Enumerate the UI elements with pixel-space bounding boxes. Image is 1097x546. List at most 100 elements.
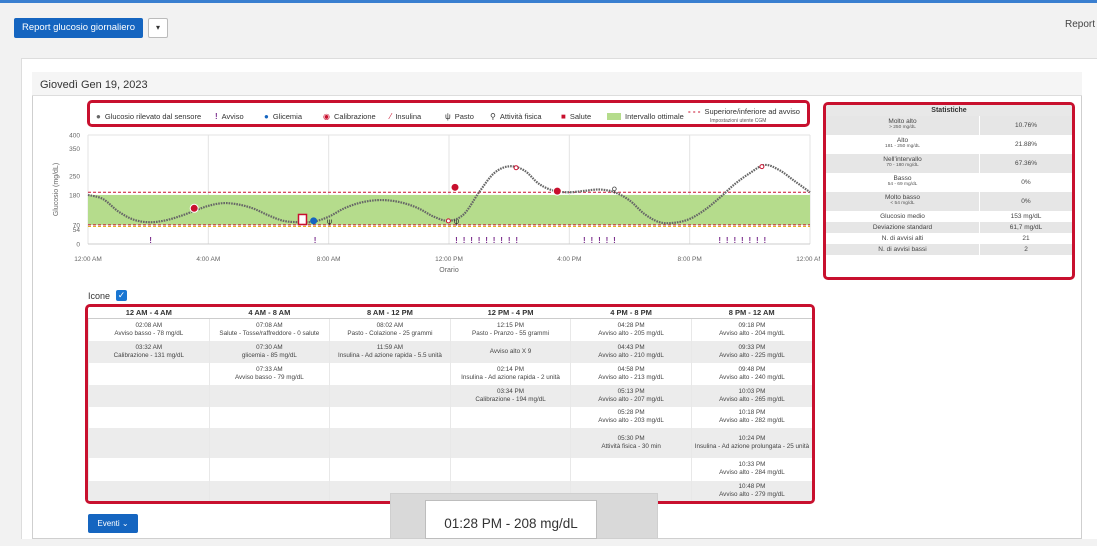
insulin-marker — [513, 165, 519, 171]
alert-marker: ! — [741, 236, 744, 245]
alert-marker: ! — [508, 236, 511, 245]
event-cell: 03:32 AM Calibrazione - 131 mg/dL — [88, 340, 210, 363]
event-cell — [88, 406, 210, 428]
alert-marker: ! — [470, 236, 473, 245]
alert-marker: ! — [718, 236, 721, 245]
calibration-marker — [189, 203, 199, 213]
legend-calibration: ◉ Calibrazione — [323, 112, 376, 121]
stat-row: Deviazione standard 61,7 mg/dL — [826, 222, 1072, 233]
alert-marker: ! — [500, 236, 503, 245]
drop-icon: ● — [264, 112, 269, 121]
x-axis-label: Orario — [439, 267, 459, 274]
events-button[interactable]: Eventi ⌄ — [88, 514, 138, 533]
event-cell — [88, 427, 210, 458]
events-row: 03:34 PM Calibrazione - 194 mg/dL 05:13 PM… — [88, 384, 812, 407]
x-tick-label: 4:00 AM — [196, 256, 220, 263]
events-table: 12 AM - 4 AM 4 AM - 8 AM 8 AM - 12 PM 12 PM… — [88, 307, 812, 501]
icons-toggle-label: Icone — [88, 291, 111, 301]
alert-marker: ! — [515, 236, 518, 245]
x-tick-label: 8:00 PM — [678, 256, 702, 263]
y-tick-label: 350 — [69, 146, 80, 153]
alert-marker: ! — [583, 236, 586, 245]
event-cell: 05:30 PM Attività fisica - 30 min — [570, 427, 692, 458]
stat-value: 2 — [1024, 246, 1028, 253]
legend-health: ■ Salute — [561, 112, 592, 121]
stat-label: Basso 54 - 69 mg/dL — [826, 173, 980, 192]
x-tick-label: 12:00 PM — [435, 256, 463, 263]
event-cell: 07:33 AM Avviso basso - 79 mg/dL — [208, 362, 330, 385]
event-cell: 10:24 PM Insulina - Ad azione prolungata … — [690, 427, 812, 458]
health-marker — [297, 213, 308, 226]
glucose-chart: 12:00 AM 4:00 AM 8:00 AM 12:00 PM 4:00 PM 8:0… — [53, 133, 820, 275]
alert-marker: ! — [591, 236, 594, 245]
report-dropdown-button[interactable]: ▾ — [148, 18, 168, 38]
event-cell — [88, 362, 210, 385]
legend-limits-sub: Impostazioni utente CGM — [710, 118, 767, 124]
event-cell: 08:02 AM Pasto - Colazione - 25 grammi — [329, 318, 451, 341]
event-cell: 11:59 AM Insulina - Ad azione rapida - 5.… — [329, 340, 451, 363]
glucose-tooltip: 01:28 PM - 208 mg/dL — [425, 500, 597, 539]
alert-marker: ! — [756, 236, 759, 245]
event-cell: 04:28 PM Avviso alto - 205 mg/dL — [570, 318, 692, 341]
y-tick-label: 180 — [69, 192, 80, 199]
statistics-title: Statistiche — [826, 105, 1072, 116]
stat-label: Alto 181 - 250 mg/dL — [826, 135, 980, 154]
x-tick-label: 12:00 AM — [74, 256, 101, 263]
chart-legend: ● Glucosio rilevato dal sensore ! Avviso ●… — [87, 100, 810, 127]
alert-marker: ! — [478, 236, 481, 245]
alert-marker: ! — [733, 236, 736, 245]
alert-marker: ! — [764, 236, 767, 245]
event-cell: 05:13 PM Avviso alto - 207 mg/dL — [570, 384, 692, 407]
alert-marker: ! — [149, 236, 152, 245]
event-cell: 10:18 PM Avviso alto - 282 mg/dL — [690, 406, 812, 428]
event-cell — [88, 384, 210, 407]
stat-label: N. di avvisi alti — [826, 233, 980, 244]
alert-marker: ! — [598, 236, 601, 245]
report-link[interactable]: Report — [1065, 19, 1095, 30]
stat-value: 67.36% — [1014, 160, 1038, 167]
events-row: 03:32 AM Calibrazione - 131 mg/dL 07:30 AM… — [88, 340, 812, 363]
stat-label: Molto basso < 54 mg/dL — [826, 192, 980, 211]
stat-value: 0% — [1021, 198, 1031, 205]
legend-bg: ● Glicemia — [264, 112, 303, 121]
legend-range: Intervallo ottimale — [607, 112, 684, 121]
events-row: 05:30 PM Attività fisica - 30 min 10:24 PM… — [88, 427, 812, 458]
stat-label: Glucosio medio — [826, 211, 980, 222]
stat-value: 153 mg/dL — [1010, 213, 1042, 220]
meal-marker: ψ — [327, 217, 332, 226]
event-cell: 09:18 PM Avviso alto - 204 mg/dL — [690, 318, 812, 341]
events-column-header: 4 PM - 8 PM — [570, 307, 692, 319]
calibration-marker — [450, 182, 460, 192]
event-cell — [570, 457, 692, 481]
syringe-icon: ⁄ — [390, 112, 392, 121]
insulin-marker — [759, 164, 765, 170]
alert-marker: ! — [493, 236, 496, 245]
event-cell — [208, 480, 330, 501]
bg-marker — [310, 217, 318, 225]
stat-value: 21 — [1022, 235, 1030, 242]
alert-marker: ! — [606, 236, 609, 245]
events-column-header: 4 AM - 8 AM — [209, 307, 330, 319]
event-cell — [329, 457, 451, 481]
icons-checkbox[interactable]: ✓ — [116, 290, 127, 301]
legend-alert: ! Avviso — [215, 112, 244, 121]
panel-header — [32, 72, 1082, 96]
daily-report-button[interactable]: Report glucosio giornaliero — [14, 18, 144, 38]
stat-label: Molto alto > 250 mg/dL — [826, 116, 980, 135]
report-date: Giovedì Gen 19, 2023 — [40, 79, 148, 91]
alert-marker: ! — [463, 236, 466, 245]
event-cell — [449, 457, 571, 481]
alert-marker: ! — [485, 236, 488, 245]
stat-row: Molto alto > 250 mg/dL 10.76% — [826, 116, 1072, 135]
stat-value: 0% — [1021, 179, 1031, 186]
event-cell: 10:03 PM Avviso alto - 265 mg/dL — [690, 384, 812, 407]
events-column-header: 12 AM - 4 AM — [88, 307, 210, 319]
alert-marker: ! — [726, 236, 729, 245]
stat-row: Nell'intervallo 70 - 180 mg/dL 67.36% — [826, 154, 1072, 173]
event-cell: 07:08 AM Salute - Tosse/raffreddore - 0 s… — [208, 318, 330, 341]
alert-marker: ! — [314, 236, 317, 245]
legend-limits: - - - Superiore/inferiore ad avviso — [688, 107, 800, 116]
calibration-icon: ◉ — [323, 112, 330, 121]
top-bar — [0, 0, 1097, 10]
event-cell: 09:33 PM Avviso alto - 225 mg/dL — [690, 340, 812, 363]
